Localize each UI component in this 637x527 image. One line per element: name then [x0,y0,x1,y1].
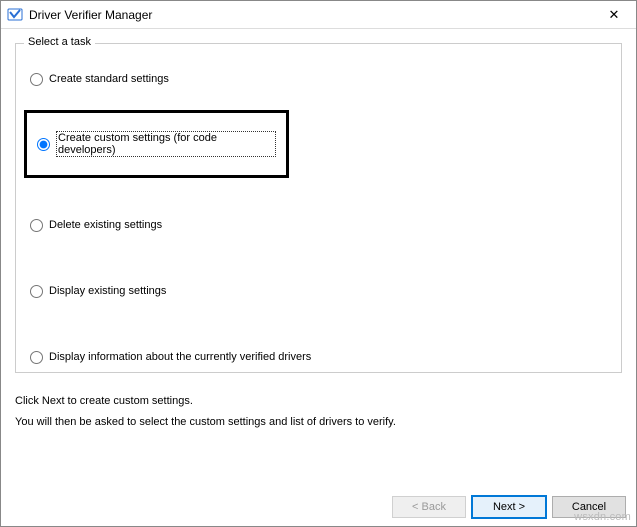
instructions: Click Next to create custom settings. Yo… [15,391,622,433]
option-delete-existing[interactable]: Delete existing settings [30,216,607,234]
option-create-standard[interactable]: Create standard settings [30,70,607,88]
instruction-line-2: You will then be asked to select the cus… [15,412,622,433]
titlebar: Driver Verifier Manager ✕ [1,1,636,29]
window-title: Driver Verifier Manager [29,8,594,22]
task-groupbox: Select a task Create standard settings C… [15,43,622,373]
option-display-existing[interactable]: Display existing settings [30,282,607,300]
label-create-standard: Create standard settings [49,73,169,85]
button-row: < Back Next > Cancel [1,488,636,526]
watermark: wsxdn.com [574,511,631,523]
dialog-body: Select a task Create standard settings C… [1,29,636,488]
highlight-box: Create custom settings (for code develop… [24,110,289,178]
close-button[interactable]: ✕ [594,2,634,28]
radio-create-standard[interactable] [30,73,43,86]
label-create-custom: Create custom settings (for code develop… [56,131,276,157]
radio-display-existing[interactable] [30,285,43,298]
groupbox-title: Select a task [24,36,95,48]
radio-delete-existing[interactable] [30,219,43,232]
back-button: < Back [392,496,466,518]
instruction-line-1: Click Next to create custom settings. [15,391,622,412]
window: Driver Verifier Manager ✕ Select a task … [0,0,637,527]
label-display-existing: Display existing settings [49,285,166,297]
label-display-info: Display information about the currently … [49,351,311,363]
close-icon: ✕ [609,7,620,23]
option-display-info[interactable]: Display information about the currently … [30,348,607,366]
label-delete-existing: Delete existing settings [49,219,162,231]
radio-display-info[interactable] [30,351,43,364]
next-button[interactable]: Next > [472,496,546,518]
radio-create-custom[interactable] [37,138,50,151]
app-icon [7,7,23,23]
option-create-custom[interactable]: Create custom settings (for code develop… [37,135,276,153]
